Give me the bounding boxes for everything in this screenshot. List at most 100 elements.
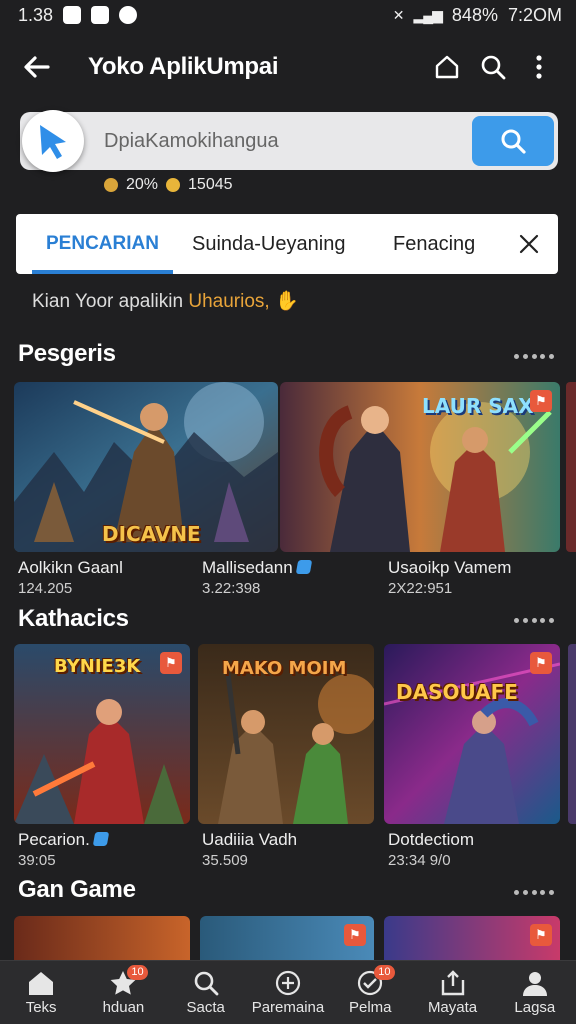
- game-card[interactable]: ⚑: [200, 916, 374, 960]
- app-bar: Yoko AplikUmpai: [0, 36, 576, 98]
- cursor-avatar[interactable]: [22, 110, 84, 172]
- status-bar: 1.38 ✕ ▂▄▆ 848% 7:2OM: [0, 0, 576, 30]
- home-outline-icon: [435, 55, 459, 79]
- search-stats: 20% 15045: [104, 176, 233, 194]
- game-name: Pecarion.: [18, 830, 110, 850]
- game-meta: 2X22:951: [388, 580, 453, 597]
- game-card[interactable]: ⚑: [384, 916, 560, 960]
- verified-icon: [295, 560, 312, 574]
- nav-item-paremaina[interactable]: Paremaina: [247, 961, 329, 1024]
- person-icon: [522, 971, 547, 996]
- bookmark-icon: ⚑: [160, 652, 182, 674]
- notification-badge: 10: [127, 965, 148, 980]
- search-bar: [20, 110, 558, 172]
- tab-label: Fenacing: [393, 232, 476, 255]
- search-icon: [194, 971, 219, 995]
- hint-label: Kian Yoor apalikin: [32, 291, 189, 312]
- thumbnail-title: DICAVNE: [102, 522, 201, 546]
- game-card[interactable]: BYNIE3K ⚑ Pecarion. 39:05: [14, 644, 190, 874]
- bookmark-icon: ⚑: [530, 924, 552, 946]
- nav-item-hduan[interactable]: 10 hduan: [82, 961, 164, 1024]
- game-card-peek[interactable]: [568, 644, 576, 824]
- game-thumbnail: LAUR SAX ⚑: [280, 382, 560, 552]
- hand-icon: ✋: [274, 291, 299, 312]
- game-card[interactable]: LAUR SAX ⚑ Mallisedann 3.22:398 Usaoikp …: [202, 382, 560, 602]
- game-meta: 3.22:398: [202, 580, 261, 597]
- game-meta: 39:05: [18, 852, 56, 869]
- search-submit-button[interactable]: [472, 116, 554, 166]
- game-thumbnail: MAKO MOIM: [198, 644, 374, 824]
- nav-item-teks[interactable]: Teks: [0, 961, 82, 1024]
- search-input[interactable]: [104, 124, 464, 158]
- stat-percent: 20%: [126, 176, 159, 193]
- search-icon: [501, 129, 526, 154]
- game-card[interactable]: MAKO MOIM Uadiiia Vadh 35.509: [198, 644, 374, 874]
- thumbnail-title: BYNIE3K: [54, 656, 141, 677]
- home-button[interactable]: [424, 44, 470, 90]
- nav-item-pelma[interactable]: 10 Pelma: [329, 961, 411, 1024]
- game-name: Uadiiia Vadh: [202, 830, 298, 849]
- more-vertical-icon: [536, 55, 542, 79]
- hint-accent: Uhaurios,: [188, 291, 275, 312]
- search-icon: [481, 55, 506, 80]
- hint-text: Kian Yoor apalikin Uhaurios, ✋: [32, 289, 299, 313]
- more-icon[interactable]: [514, 352, 554, 360]
- game-name: Mallisedann: [202, 558, 312, 578]
- battery-level: 848%: [451, 4, 498, 25]
- game-meta: 35.509: [202, 852, 248, 869]
- tab-fenacing[interactable]: Fenacing: [393, 214, 475, 274]
- bookmark-icon: ⚑: [530, 390, 552, 412]
- verified-icon: [92, 832, 110, 846]
- game-name: Aolkikn Gaanl: [18, 558, 123, 577]
- section-title: Pesgeris: [18, 340, 116, 367]
- thumbnail-title: LAUR SAX: [422, 394, 534, 418]
- game-thumbnail: BYNIE3K ⚑: [14, 644, 190, 824]
- game-name: Usaoikp Vamem: [388, 558, 512, 577]
- close-icon[interactable]: [516, 231, 542, 257]
- share-icon: [441, 969, 464, 995]
- nav-item-sacta[interactable]: Sacta: [165, 961, 247, 1024]
- home-icon: [29, 971, 54, 995]
- more-icon[interactable]: [514, 616, 554, 624]
- plus-circle-icon: [275, 970, 301, 995]
- notification-badge: 10: [374, 965, 395, 980]
- game-name: Dotdectiom: [388, 830, 474, 849]
- game-meta: 23:34 9/0: [388, 852, 451, 869]
- nav-label: Mayata: [427, 998, 478, 1016]
- stat-count: 15045: [188, 176, 233, 193]
- section-title: Gan Game: [18, 876, 136, 903]
- thumbnail-title: MAKO MOIM: [222, 658, 347, 679]
- nav-label: Teks: [25, 998, 57, 1016]
- nav-label: Paremaina: [251, 998, 325, 1016]
- bookmark-icon: ⚑: [530, 652, 552, 674]
- search-button[interactable]: [470, 44, 516, 90]
- nav-label: Sacta: [186, 998, 225, 1016]
- game-card[interactable]: [14, 916, 190, 960]
- notification-icon: [63, 6, 82, 24]
- signal-icon: ▂▄▆: [413, 6, 442, 23]
- game-meta: 124.205: [18, 580, 73, 597]
- nav-label: Lagsa: [514, 998, 556, 1016]
- tab-pencarian[interactable]: PENCARIAN: [32, 214, 173, 274]
- game-thumbnail: DICAVNE: [14, 382, 278, 552]
- coin-icon: [166, 178, 181, 192]
- nav-item-lagsa[interactable]: Lagsa: [494, 961, 576, 1024]
- overflow-menu-button[interactable]: [516, 44, 562, 90]
- bookmark-icon: ⚑: [344, 924, 366, 946]
- message-icon: [91, 6, 110, 24]
- page-title: Yoko AplikUmpai: [88, 53, 279, 80]
- game-card-peek[interactable]: [566, 382, 576, 552]
- chat-icon: [119, 6, 138, 24]
- game-card[interactable]: DASOUAFE ⚑ Dotdectiom 23:34 9/0: [384, 644, 560, 874]
- more-icon[interactable]: [514, 888, 554, 896]
- back-button[interactable]: [14, 44, 60, 90]
- radiation-icon: [104, 178, 118, 192]
- nav-item-mayata[interactable]: Mayata: [411, 961, 493, 1024]
- nav-label: Pelma: [349, 998, 392, 1016]
- nav-label: hduan: [102, 998, 145, 1016]
- tab-label: Suinda-Ueyaning: [192, 232, 346, 255]
- status-time: 1.38: [18, 4, 54, 25]
- mute-icon: ✕: [392, 6, 405, 23]
- tab-suinda-ueyaning[interactable]: Suinda-Ueyaning: [192, 214, 345, 274]
- status-clock: 7:2OM: [507, 4, 562, 25]
